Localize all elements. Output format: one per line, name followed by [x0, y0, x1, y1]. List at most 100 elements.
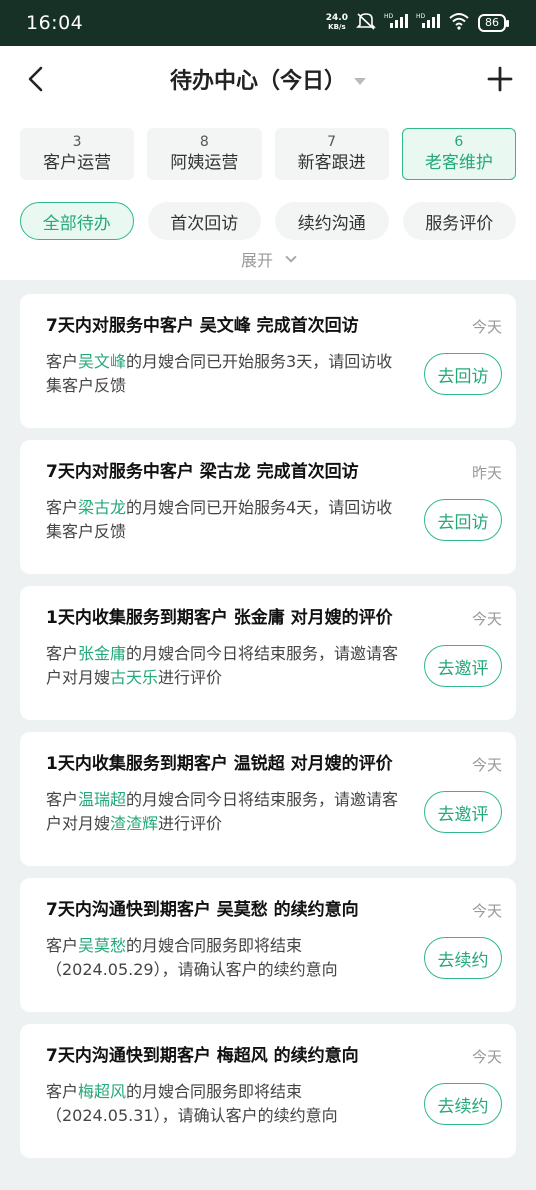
task-title: 1天内收集服务到期客户 张金庸 对月嫂的评价 — [46, 608, 393, 628]
task-card-body: 客户张金庸的月嫂合同今日将结束服务，请邀请客户对月嫂古天乐进行评价 去邀评 — [46, 642, 502, 690]
task-action-button[interactable]: 去续约 — [424, 937, 502, 979]
task-card[interactable]: 1天内收集服务到期客户 温锐超 对月嫂的评价 今天客户温瑞超的月嫂合同今日将结束服… — [20, 732, 516, 866]
description-text: 客户 — [46, 352, 79, 371]
task-card-body: 客户吴文峰的月嫂合同已开始服务3天，请回访收集客户反馈 去回访 — [46, 350, 502, 398]
task-action-button[interactable]: 去续约 — [424, 1083, 502, 1125]
task-title: 7天内对服务中客户 梁古龙 完成首次回访 — [46, 462, 359, 482]
task-card-header: 7天内对服务中客户 梁古龙 完成首次回访 昨天 — [46, 460, 502, 484]
plus-icon — [487, 66, 513, 92]
task-title: 7天内对服务中客户 吴文峰 完成首次回访 — [46, 316, 359, 336]
task-action-button[interactable]: 去回访 — [424, 353, 502, 395]
task-description: 客户温瑞超的月嫂合同今日将结束服务，请邀请客户对月嫂渣渣辉进行评价 — [46, 788, 406, 836]
tab-existing-customer-care[interactable]: 6 老客维护 — [401, 128, 516, 180]
task-action-button[interactable]: 去回访 — [424, 499, 502, 541]
task-date: 今天 — [471, 610, 502, 628]
highlighted-name-link[interactable]: 张金庸 — [78, 644, 126, 663]
svg-text:HD: HD — [384, 13, 394, 20]
task-action-button[interactable]: 去邀评 — [424, 791, 502, 833]
task-card-header: 7天内沟通快到期客户 梅超风 的续约意向 今天 — [46, 1044, 502, 1068]
task-card[interactable]: 1天内收集服务到期客户 张金庸 对月嫂的评价 今天客户张金庸的月嫂合同今日将结束服… — [20, 586, 516, 720]
task-list: 7天内对服务中客户 吴文峰 完成首次回访 今天 客户吴文峰的月嫂合同已开始服务3天，… — [0, 280, 536, 1158]
task-card-header: 1天内收集服务到期客户 张金庸 对月嫂的评价 今天 — [46, 606, 502, 630]
task-card-body: 客户梁古龙的月嫂合同已开始服务4天，请回访收集客户反馈 去回访 — [46, 496, 502, 544]
task-card[interactable]: 7天内对服务中客户 吴文峰 完成首次回访 今天客户吴文峰的月嫂合同已开始服务3天，… — [20, 294, 516, 428]
expand-label: 展开 — [240, 251, 273, 270]
highlighted-name-link[interactable]: 梅超风 — [78, 1082, 126, 1101]
filter-service-review[interactable]: 服务评价 — [402, 202, 516, 240]
tab-label: 客户运营 — [43, 153, 112, 173]
task-description: 客户吴文峰的月嫂合同已开始服务3天，请回访收集客户反馈 — [46, 350, 406, 398]
description-text: 进行评价 — [158, 814, 223, 833]
task-date: 今天 — [471, 1048, 502, 1066]
status-icons: 24.0 KB/s HD HD 86 — [326, 12, 509, 34]
back-arrow-icon — [28, 66, 43, 92]
tab-count: 3 — [72, 134, 82, 150]
expand-toggle[interactable]: 展开 — [0, 240, 536, 280]
description-text: 客户 — [46, 936, 79, 955]
tab-new-customer-followup[interactable]: 7 新客跟进 — [274, 128, 389, 180]
tab-nanny-ops[interactable]: 8 阿姨运营 — [147, 128, 262, 180]
filter-chips: 全部待办 首次回访 续约沟通 服务评价 — [0, 180, 536, 240]
task-action-button[interactable]: 去邀评 — [424, 645, 502, 687]
tab-count: 7 — [327, 134, 337, 150]
nav-bar: 待办中心（今日） — [0, 46, 536, 112]
task-title: 7天内沟通快到期客户 梅超风 的续约意向 — [46, 1046, 359, 1066]
filter-renewal[interactable]: 续约沟通 — [275, 202, 389, 240]
task-title: 7天内沟通快到期客户 吴莫愁 的续约意向 — [46, 900, 359, 920]
description-text: 客户 — [46, 790, 79, 809]
highlighted-name-link[interactable]: 渣渣辉 — [110, 814, 158, 833]
task-card-body: 客户吴莫愁的月嫂合同服务即将结束（2024.05.29），请确认客户的续约意向去… — [46, 934, 502, 982]
header-section: 待办中心（今日） 3 客户运营 8 阿姨运营 7 新客跟进 6 老客维护 全部待… — [0, 46, 536, 280]
task-card[interactable]: 7天内对服务中客户 梁古龙 完成首次回访 昨天客户梁古龙的月嫂合同已开始服务4天，… — [20, 440, 516, 574]
task-card-header: 7天内沟通快到期客户 吴莫愁 的续约意向 今天 — [46, 898, 502, 922]
signal-hd-icon: HD — [384, 12, 408, 34]
highlighted-name-link[interactable]: 古天乐 — [110, 668, 158, 687]
filter-all[interactable]: 全部待办 — [20, 202, 134, 240]
net-speed: 24.0 KB/s — [326, 14, 348, 32]
svg-text:HD: HD — [416, 13, 426, 20]
highlighted-name-link[interactable]: 温瑞超 — [78, 790, 126, 809]
add-button[interactable] — [480, 59, 520, 99]
task-date: 今天 — [471, 318, 502, 336]
task-card-header: 1天内收集服务到期客户 温锐超 对月嫂的评价 今天 — [46, 752, 502, 776]
task-date: 昨天 — [471, 464, 502, 482]
caret-down-icon — [354, 77, 366, 85]
task-description: 客户梁古龙的月嫂合同已开始服务4天，请回访收集客户反馈 — [46, 496, 406, 544]
task-card[interactable]: 7天内沟通快到期客户 梅超风 的续约意向 今天客户梅超风的月嫂合同服务即将结束（2… — [20, 1024, 516, 1158]
net-speed-unit: KB/s — [328, 23, 346, 31]
status-bar: 16:04 24.0 KB/s HD HD 86 — [0, 0, 536, 46]
task-card-body: 客户温瑞超的月嫂合同今日将结束服务，请邀请客户对月嫂渣渣辉进行评价 去邀评 — [46, 788, 502, 836]
task-card-body: 客户梅超风的月嫂合同服务即将结束（2024.05.31），请确认客户的续约意向去… — [46, 1080, 502, 1128]
task-description: 客户梅超风的月嫂合同服务即将结束（2024.05.31），请确认客户的续约意向 — [46, 1080, 406, 1128]
tab-count: 8 — [199, 134, 209, 150]
net-speed-value: 24.0 — [325, 13, 348, 23]
task-description: 客户吴莫愁的月嫂合同服务即将结束（2024.05.29），请确认客户的续约意向 — [46, 934, 406, 982]
filter-first-visit[interactable]: 首次回访 — [147, 202, 261, 240]
task-card-header: 7天内对服务中客户 吴文峰 完成首次回访 今天 — [46, 314, 502, 338]
tab-label: 阿姨运营 — [170, 153, 239, 173]
back-button[interactable] — [16, 59, 56, 99]
page-title-dropdown[interactable]: 待办中心（今日） — [170, 63, 366, 95]
tab-customer-ops[interactable]: 3 客户运营 — [20, 128, 135, 180]
status-time: 16:04 — [26, 12, 84, 34]
description-text: 客户 — [46, 644, 79, 663]
tab-label: 老客维护 — [424, 153, 493, 173]
chevron-down-icon — [285, 250, 297, 263]
wifi-icon — [448, 12, 470, 34]
description-text: 进行评价 — [158, 668, 223, 687]
signal-hd-icon: HD — [416, 12, 440, 34]
task-card[interactable]: 7天内沟通快到期客户 吴莫愁 的续约意向 今天客户吴莫愁的月嫂合同服务即将结束（2… — [20, 878, 516, 1012]
task-description: 客户张金庸的月嫂合同今日将结束服务，请邀请客户对月嫂古天乐进行评价 — [46, 642, 406, 690]
task-date: 今天 — [471, 902, 502, 920]
tab-label: 新客跟进 — [297, 153, 366, 173]
highlighted-name-link[interactable]: 吴文峰 — [78, 352, 126, 371]
tab-count: 6 — [454, 134, 464, 150]
description-text: 客户 — [46, 1082, 79, 1101]
highlighted-name-link[interactable]: 梁古龙 — [78, 498, 126, 517]
task-title: 1天内收集服务到期客户 温锐超 对月嫂的评价 — [46, 754, 393, 774]
page-title: 待办中心（今日） — [169, 69, 346, 94]
category-tabs: 3 客户运营 8 阿姨运营 7 新客跟进 6 老客维护 — [0, 112, 536, 180]
description-text: 客户 — [46, 498, 79, 517]
mute-icon — [356, 12, 376, 34]
highlighted-name-link[interactable]: 吴莫愁 — [78, 936, 126, 955]
